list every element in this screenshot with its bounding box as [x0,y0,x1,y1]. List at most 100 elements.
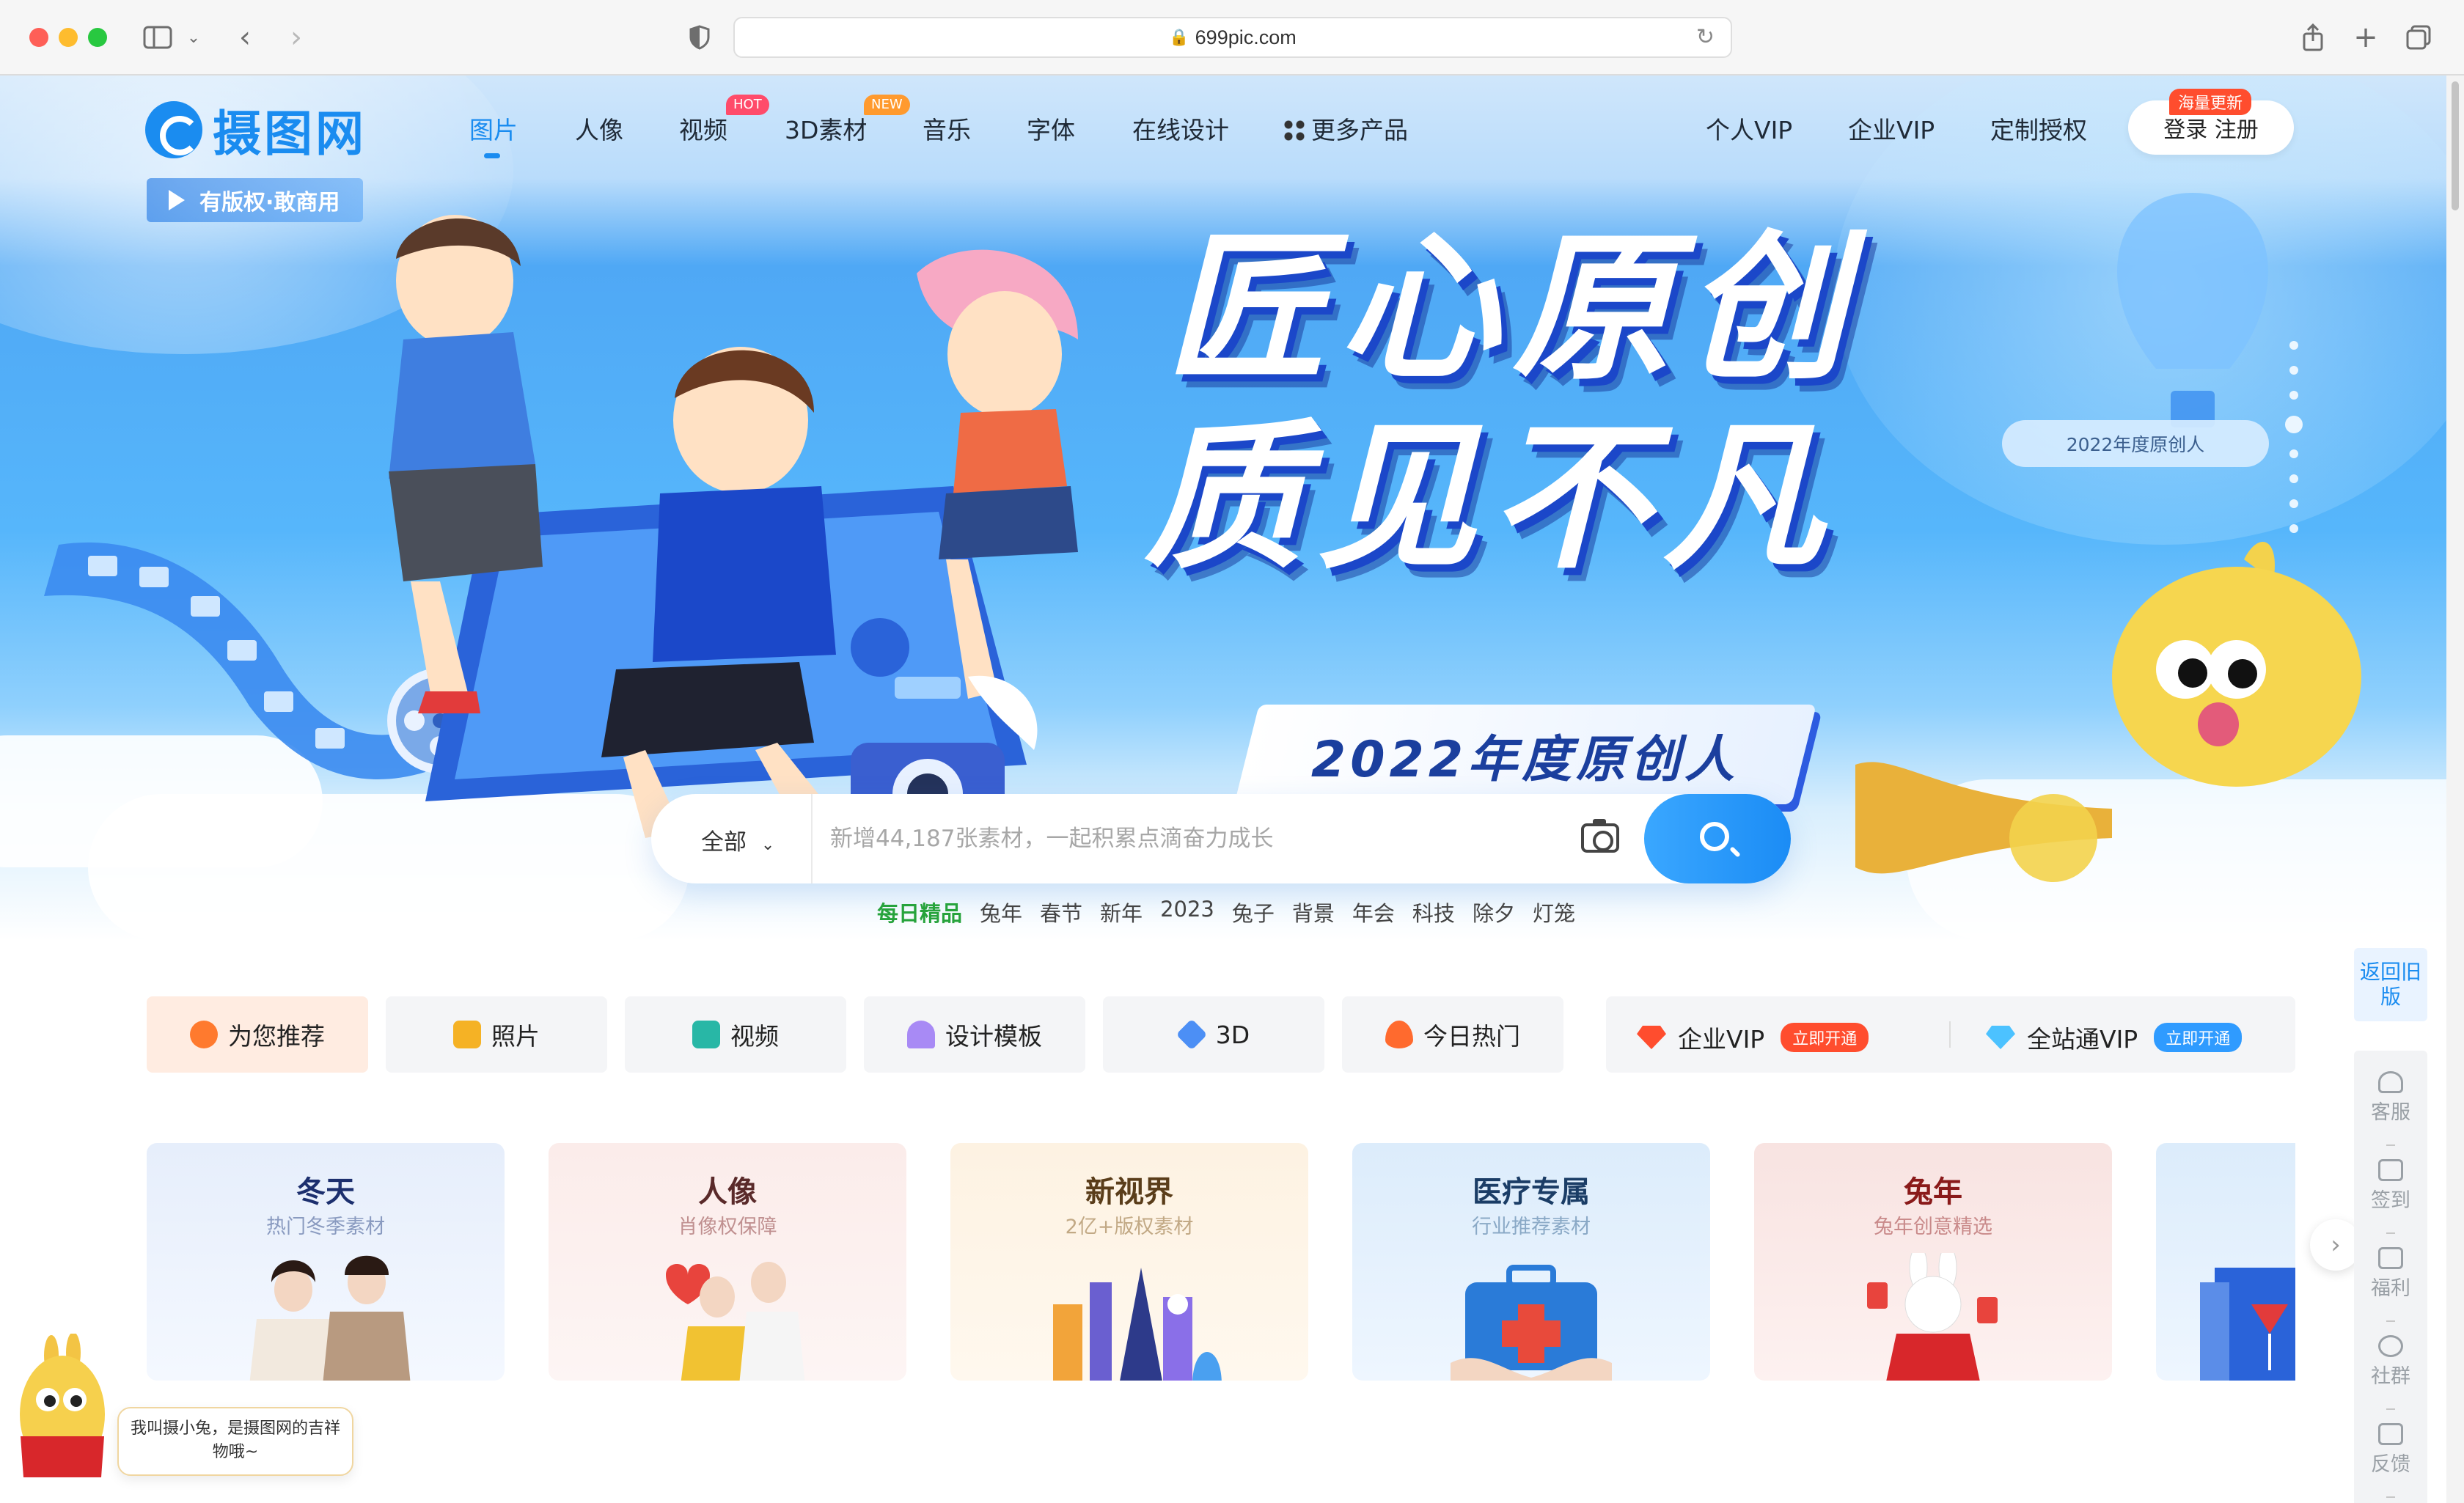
carousel-dot-active[interactable] [2285,416,2303,433]
hot-keyword[interactable]: 科技 [1412,897,1455,927]
carousel-dot[interactable] [2289,474,2298,483]
share-icon[interactable] [2298,21,2328,54]
hot-keyword[interactable]: 年会 [1352,897,1395,927]
search-category-select[interactable]: 全部 ⌄ [701,823,774,856]
tab-videos[interactable]: 视频 [625,996,846,1073]
carousel-dot[interactable] [2289,499,2298,508]
hot-keyword[interactable]: 灯笼 [1533,897,1575,927]
tab-label: 3D [1215,1020,1250,1049]
enterprise-vip-open-button[interactable]: 立即开通 [1781,1023,1869,1052]
hot-keyword[interactable]: 每日精品 [877,897,962,927]
hot-keyword[interactable]: 兔年 [980,897,1022,927]
side-item-label: 福利 [2371,1277,2410,1300]
search-input[interactable] [830,816,1490,861]
mascot-rabbit[interactable] [15,1334,107,1480]
tab-design-templates[interactable]: 设计模板 [864,996,1085,1073]
carousel-dot[interactable] [2289,449,2298,458]
play-icon [169,190,185,210]
rabbit-year-illustration [1867,1253,1998,1381]
topic-card-medical[interactable]: 医疗专属 行业推荐素材 [1352,1143,1710,1381]
couple-photo-thumbnail [249,1255,411,1381]
privacy-shield-icon[interactable] [686,21,713,54]
nav-item-images[interactable]: 图片 [469,111,518,146]
hot-keyword[interactable]: 兔子 [1232,897,1275,927]
nav-item-fonts[interactable]: 字体 [1027,111,1075,146]
nav-item-portrait[interactable]: 人像 [575,111,623,146]
hot-keyword[interactable]: 新年 [1100,897,1143,927]
topic-card-hd[interactable]: 高清 [2156,1143,2295,1381]
carousel-label[interactable]: 2022年度原创人 [2002,420,2269,467]
side-customer-service[interactable]: 客服 [2354,1071,2427,1125]
hot-keyword[interactable]: 除夕 [1473,897,1515,927]
new-tab-icon[interactable]: + [2351,21,2380,54]
card-title: 医疗专属 [1473,1175,1590,1209]
topic-card-portrait[interactable]: 人像 肖像权保障 [549,1143,906,1381]
carousel-dots [2285,341,2303,549]
nav-item-music[interactable]: 音乐 [923,111,971,146]
site-vip-link[interactable]: 全站通VIP 立即开通 [1986,1020,2243,1055]
nav-item-3d[interactable]: 3D素材 [785,111,867,146]
side-community[interactable]: 社群 [2354,1335,2427,1389]
topic-cards: 冬天 热门冬季素材 人像 肖像权保障 新视界 2亿+版权素材 医疗专属 行业推荐… [147,1143,2295,1381]
return-old-version-button[interactable]: 返回旧版 [2354,948,2427,1021]
cube-icon [1176,1018,1208,1051]
reload-icon[interactable]: ↻ [1696,24,1715,50]
search-category-label: 全部 [701,829,747,856]
enterprise-vip-link[interactable]: 企业VIP 立即开通 [1637,1020,1869,1055]
hot-keyword[interactable]: 2023 [1160,897,1214,927]
hot-badge: HOT [726,95,769,115]
chevron-down-icon[interactable]: ⌄ [185,21,202,54]
diamond-red-icon [1637,1026,1666,1049]
nav-item-more-products[interactable]: 更多产品 [1283,111,1408,146]
cocktail-photo-thumbnail [2200,1268,2295,1381]
pen-icon [907,1021,935,1048]
scrollbar-thumb[interactable] [2452,81,2459,210]
minimize-window-button[interactable] [59,28,78,47]
tab-photos[interactable]: 照片 [386,996,607,1073]
hot-keyword[interactable]: 春节 [1040,897,1082,927]
card-title: 人像 [698,1175,757,1209]
back-arrow-icon[interactable]: ‹ [232,21,258,54]
sidebar-toggle-icon[interactable] [141,21,175,54]
topic-card-rabbit-year[interactable]: 兔年 兔年创意精选 [1754,1143,2112,1381]
carousel-dot[interactable] [2289,391,2298,400]
copyright-tag[interactable]: 有版权·敢商用 [147,178,364,222]
tab-trending-today[interactable]: 今日热门 [1342,996,1563,1073]
diamond-blue-icon [1986,1026,2015,1049]
side-item-label: 社群 [2371,1365,2410,1388]
nav-personal-vip[interactable]: 个人VIP [1706,111,1792,146]
side-benefits[interactable]: 福利 [2354,1247,2427,1301]
vip-promo-box: 企业VIP 立即开通 全站通VIP 立即开通 [1606,996,2295,1073]
address-bar[interactable]: 🔒 699pic.com ↻ [733,17,1732,58]
site-logo[interactable]: 摄图网 [145,95,367,165]
carousel-dot[interactable] [2289,366,2298,375]
zoom-window-button[interactable] [88,28,107,47]
side-check-in[interactable]: 签到 [2354,1159,2427,1213]
carousel-dot[interactable] [2289,341,2298,350]
carousel-dot[interactable] [2289,524,2298,533]
topic-card-new-vision[interactable]: 新视界 2亿+版权素材 [950,1143,1308,1381]
forward-arrow-icon[interactable]: › [283,21,309,54]
page-scrollbar[interactable] [2446,76,2464,1503]
side-item-label: 反馈 [2371,1453,2410,1476]
first-aid-kit-illustration [1451,1265,1612,1381]
hot-keyword[interactable]: 背景 [1292,897,1335,927]
nav-item-video[interactable]: 视频 [679,111,727,146]
tab-3d[interactable]: 3D [1103,996,1324,1073]
nav-custom-license[interactable]: 定制授权 [1990,111,2087,146]
search-button[interactable] [1644,794,1791,883]
grid-icon [1283,120,1305,142]
tab-recommended[interactable]: 为您推荐 [147,996,368,1073]
camera-search-icon[interactable] [1581,819,1619,853]
tab-overview-icon[interactable] [2404,21,2433,54]
nav-item-online-design[interactable]: 在线设计 [1132,111,1229,146]
close-window-button[interactable] [29,28,48,47]
site-vip-open-button[interactable]: 立即开通 [2154,1023,2243,1052]
photo-icon [453,1021,481,1048]
trumpet-illustration [1855,762,2112,882]
nav-enterprise-vip[interactable]: 企业VIP [1848,111,1935,146]
gift-icon [2378,1247,2403,1269]
side-feedback[interactable]: 反馈 [2354,1423,2427,1477]
landmarks-illustration [1053,1268,1222,1381]
topic-card-winter[interactable]: 冬天 热门冬季素材 [147,1143,505,1381]
